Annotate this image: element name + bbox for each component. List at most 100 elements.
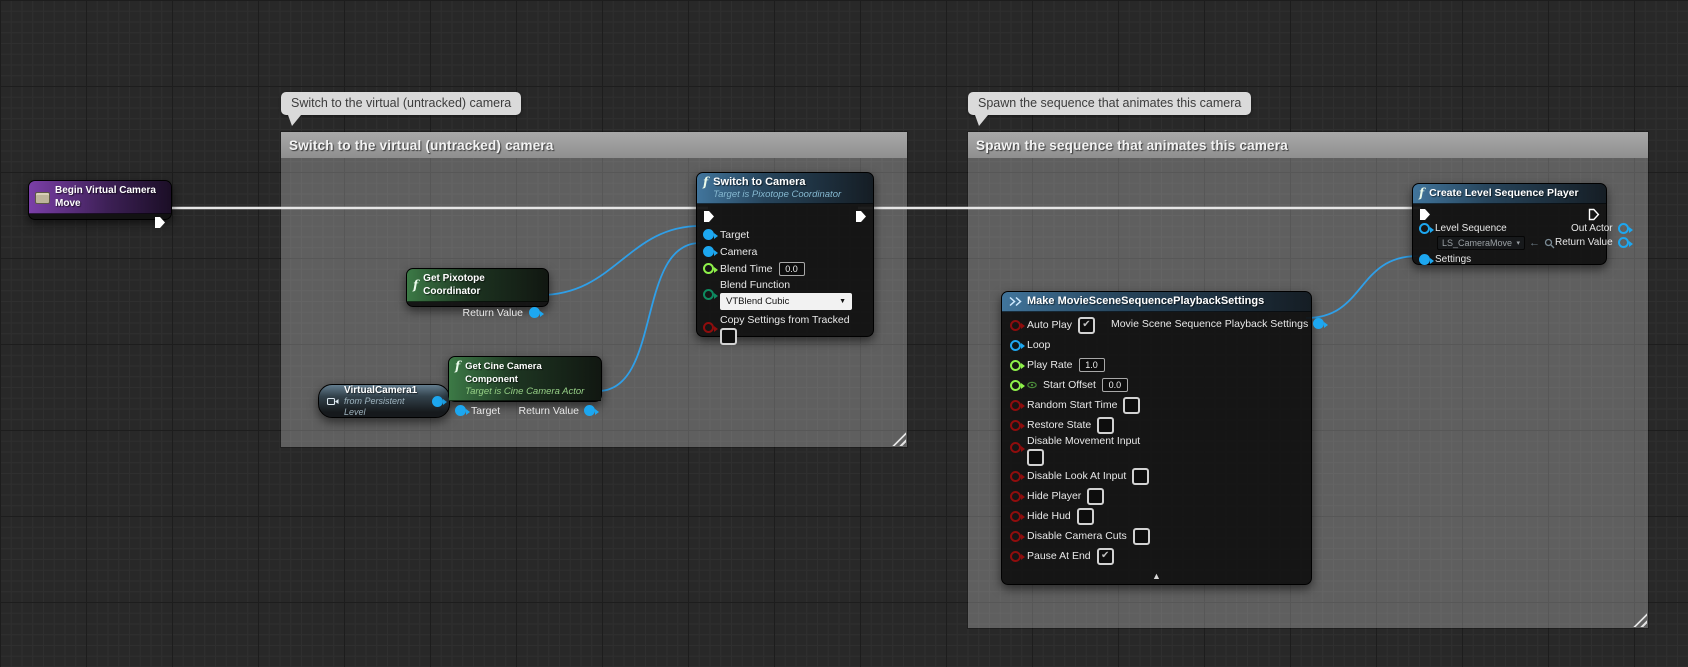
level-sequence-pin[interactable]	[1419, 223, 1430, 234]
sequencer-time-icon	[1027, 381, 1037, 389]
copy-settings-pin[interactable]	[703, 322, 714, 333]
return-value-pin[interactable]	[1618, 237, 1629, 248]
comment-resize-handle[interactable]	[892, 432, 906, 446]
pin-label: Target	[471, 405, 500, 417]
pause-at-end-pin[interactable]	[1010, 551, 1021, 562]
pin-label: Auto Play	[1027, 319, 1072, 331]
node-make-moviescenesequenceplaybacksettings[interactable]: Make MovieSceneSequencePlaybackSettings …	[1001, 291, 1312, 585]
pin-label: Pause At End	[1027, 550, 1091, 562]
blueprint-graph-canvas[interactable]: Switch to the virtual (untracked) camera…	[0, 0, 1688, 667]
pin-row-restore-state: Restore State	[1002, 415, 1311, 435]
start-offset-input[interactable]: 0.0	[1102, 378, 1128, 392]
hide-player-pin[interactable]	[1010, 491, 1021, 502]
exec-out-pin[interactable]	[1588, 208, 1600, 221]
disable-look-at-input-pin[interactable]	[1010, 471, 1021, 482]
exec-out-pin[interactable]	[855, 210, 867, 223]
play-rate-input[interactable]: 1.0	[1079, 358, 1105, 372]
pin-label: Start Offset	[1043, 379, 1096, 391]
pin-label: Return Value	[462, 307, 523, 319]
play-rate-pin[interactable]	[1010, 360, 1021, 371]
return-value-pin[interactable]	[584, 405, 595, 416]
blend-time-input[interactable]: 0.0	[779, 262, 805, 276]
hide-hud-pin[interactable]	[1010, 511, 1021, 522]
pin-label: Restore State	[1027, 419, 1091, 431]
comment-bubble: Spawn the sequence that animates this ca…	[968, 92, 1251, 115]
node-title: Get Cine Camera Component	[465, 360, 593, 386]
copy-settings-checkbox[interactable]	[720, 328, 737, 345]
function-icon: f	[1419, 187, 1424, 200]
node-switch-to-camera[interactable]: f Switch to Camera Target is Pixotope Co…	[696, 172, 874, 337]
pin-row-start-offset: Start Offset 0.0	[1002, 375, 1311, 395]
restore-state-checkbox[interactable]	[1097, 417, 1114, 434]
comment-title[interactable]: Spawn the sequence that animates this ca…	[968, 132, 1648, 158]
use-selected-asset-icon[interactable]: ←	[1529, 238, 1540, 249]
random-start-time-checkbox[interactable]	[1123, 397, 1140, 414]
disable-look-at-input-checkbox[interactable]	[1132, 468, 1149, 485]
pin-label: Hide Player	[1027, 490, 1081, 502]
pin-label: Disable Camera Cuts	[1027, 530, 1127, 542]
pin-label: Movie Scene Sequence Playback Settings	[1111, 318, 1308, 330]
variable-output-pin[interactable]	[432, 396, 443, 407]
comment-title[interactable]: Switch to the virtual (untracked) camera	[281, 132, 907, 158]
pin-row-disable-movement-input: Disable Movement Input	[1002, 435, 1311, 466]
node-get-cine-camera-component[interactable]: f Get Cine Camera Component Target is Ci…	[448, 356, 602, 402]
function-icon: f	[455, 360, 460, 373]
function-icon: f	[413, 279, 418, 292]
pause-at-end-checkbox[interactable]: ✔	[1097, 548, 1114, 565]
exec-out-pin[interactable]	[154, 216, 166, 229]
hide-player-checkbox[interactable]	[1087, 488, 1104, 505]
pin-label: Settings	[1435, 254, 1471, 265]
pin-label: Play Rate	[1027, 359, 1073, 371]
node-create-level-sequence-player[interactable]: f Create Level Sequence Player Level Seq…	[1412, 183, 1607, 265]
pin-label: Return Value	[1555, 237, 1613, 248]
variable-source: from Persistent Level	[344, 396, 427, 418]
hide-hud-checkbox[interactable]	[1077, 508, 1094, 525]
pin-label: Blend Function	[720, 279, 852, 291]
custom-event-icon	[35, 192, 50, 204]
disable-movement-input-checkbox[interactable]	[1027, 449, 1044, 466]
pin-label: Target	[720, 229, 749, 241]
playback-settings-output-pin[interactable]	[1313, 318, 1324, 329]
random-start-time-pin[interactable]	[1010, 400, 1021, 411]
blend-time-pin[interactable]	[703, 263, 714, 274]
comment-bubble: Switch to the virtual (untracked) camera	[281, 92, 521, 115]
out-actor-pin[interactable]	[1618, 223, 1629, 234]
restore-state-pin[interactable]	[1010, 420, 1021, 431]
level-sequence-dropdown[interactable]: LS_CameraMove ▾	[1437, 236, 1525, 250]
pin-row-disable-look-at-input: Disable Look At Input	[1002, 466, 1311, 486]
pin-label: Level Sequence	[1435, 223, 1507, 234]
function-icon: f	[703, 176, 708, 189]
disable-camera-cuts-pin[interactable]	[1010, 531, 1021, 542]
collapse-node-arrow[interactable]: ▲	[1152, 572, 1161, 581]
pin-label: Disable Movement Input	[1027, 435, 1140, 447]
target-pin[interactable]	[703, 229, 714, 240]
chevron-down-icon: ▾	[1516, 239, 1520, 247]
blend-function-dropdown[interactable]: VTBlend Cubic ▼	[720, 293, 852, 310]
loop-pin[interactable]	[1010, 340, 1021, 351]
node-get-pixotope-coordinator[interactable]: f Get Pixotope Coordinator Return Value	[406, 268, 549, 307]
camera-pin[interactable]	[703, 246, 714, 257]
pin-row-hide-hud: Hide Hud	[1002, 506, 1311, 526]
node-title: Begin Virtual Camera Move	[55, 184, 163, 210]
comment-resize-handle[interactable]	[1633, 613, 1647, 627]
node-title: Create Level Sequence Player	[1429, 187, 1578, 200]
node-begin-virtual-camera-move[interactable]: Begin Virtual Camera Move	[28, 180, 172, 220]
settings-pin[interactable]	[1419, 254, 1430, 265]
disable-camera-cuts-checkbox[interactable]	[1133, 528, 1150, 545]
pin-label: Camera	[720, 246, 757, 258]
browse-asset-icon[interactable]	[1544, 238, 1555, 249]
start-offset-pin[interactable]	[1010, 380, 1021, 391]
exec-in-pin[interactable]	[1419, 208, 1431, 221]
pin-label: Out Actor	[1571, 223, 1613, 234]
node-title: Get Pixotope Coordinator	[423, 272, 540, 298]
return-value-pin[interactable]	[529, 307, 540, 318]
auto-play-pin[interactable]	[1010, 320, 1021, 331]
pin-label: Blend Time	[720, 263, 773, 275]
pin-row-loop: Loop	[1002, 335, 1311, 355]
exec-in-pin[interactable]	[703, 210, 715, 223]
node-virtualcamera1[interactable]: VirtualCamera1 from Persistent Level	[318, 384, 450, 418]
auto-play-checkbox[interactable]: ✔	[1078, 317, 1095, 334]
blend-function-pin[interactable]	[703, 289, 714, 300]
target-pin[interactable]	[455, 405, 466, 416]
disable-movement-input-pin[interactable]	[1010, 442, 1021, 453]
